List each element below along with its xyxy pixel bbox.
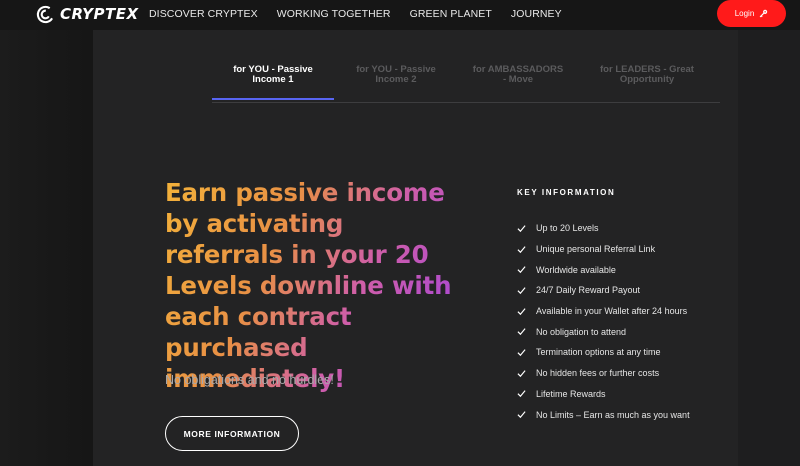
list-item: Available in your Wallet after 24 hours (517, 301, 737, 322)
check-icon (517, 349, 526, 357)
nav-working-together[interactable]: WORKING TOGETHER (277, 8, 391, 20)
list-item: Termination options at any time (517, 342, 737, 363)
left-background-strip (0, 0, 93, 466)
check-icon (517, 245, 526, 253)
key-information-list: Up to 20 Levels Unique personal Referral… (517, 218, 737, 425)
list-item-text: Worldwide available (536, 264, 616, 275)
tabs-divider (212, 102, 720, 103)
check-icon (517, 369, 526, 377)
login-label: Login (734, 9, 755, 18)
tab-passive-income-2[interactable]: for YOU - Passive Income 2 (345, 58, 447, 92)
key-icon (759, 9, 768, 18)
list-item-text: Unique personal Referral Link (536, 244, 656, 255)
check-icon (517, 225, 526, 232)
check-icon (517, 266, 526, 274)
list-item: Worldwide available (517, 259, 737, 280)
tab-ambassadors[interactable]: for AMBASSADORS - Move (470, 58, 566, 92)
nav-journey[interactable]: JOURNEY (511, 8, 562, 20)
key-information-title: KEY INFORMATION (517, 188, 616, 197)
list-item-text: Up to 20 Levels (536, 223, 599, 234)
right-background-strip (738, 0, 800, 466)
list-item-text: 24/7 Daily Reward Payout (536, 285, 641, 296)
check-icon (517, 307, 526, 315)
login-button[interactable]: Login (717, 0, 786, 27)
list-item-text: No hidden fees or further costs (536, 368, 660, 379)
list-item-text: No obligation to attend (536, 326, 627, 337)
list-item: No obligation to attend (517, 321, 737, 342)
list-item-text: No Limits – Earn as much as you want (536, 409, 690, 420)
nav-discover-cryptex[interactable]: DISCOVER CRYPTEX (149, 8, 258, 20)
check-icon (517, 390, 526, 398)
list-item: Up to 20 Levels (517, 218, 737, 239)
headline: Earn passive income by activating referr… (165, 177, 465, 394)
list-item-text: Available in your Wallet after 24 hours (536, 306, 688, 317)
list-item: Unique personal Referral Link (517, 239, 737, 260)
subtext: No obligations and no hurdles! (165, 373, 334, 387)
check-icon (517, 328, 526, 336)
list-item-text: Termination options at any time (536, 347, 661, 358)
check-icon (517, 287, 526, 294)
list-item: No hidden fees or further costs (517, 363, 737, 384)
tab-passive-income-1[interactable]: for YOU - Passive Income 1 (222, 58, 324, 92)
logo-text: CRYPTEX (60, 5, 139, 23)
active-tab-indicator (212, 98, 334, 100)
list-item: No Limits – Earn as much as you want (517, 404, 737, 425)
tab-leaders[interactable]: for LEADERS - Great Opportunity (592, 58, 702, 92)
logo[interactable]: CRYPTEX (36, 4, 139, 24)
list-item: 24/7 Daily Reward Payout (517, 280, 737, 301)
cryptex-logo-icon (36, 5, 55, 23)
list-item-text: Lifetime Rewards (536, 388, 606, 399)
site-header: CRYPTEX DISCOVER CRYPTEX WORKING TOGETHE… (0, 0, 800, 30)
check-icon (517, 411, 526, 419)
nav-green-planet[interactable]: GREEN PLANET (410, 8, 492, 20)
main-nav: DISCOVER CRYPTEX WORKING TOGETHER GREEN … (149, 0, 562, 28)
list-item: Lifetime Rewards (517, 384, 737, 405)
more-information-button[interactable]: MORE INFORMATION (165, 416, 299, 451)
